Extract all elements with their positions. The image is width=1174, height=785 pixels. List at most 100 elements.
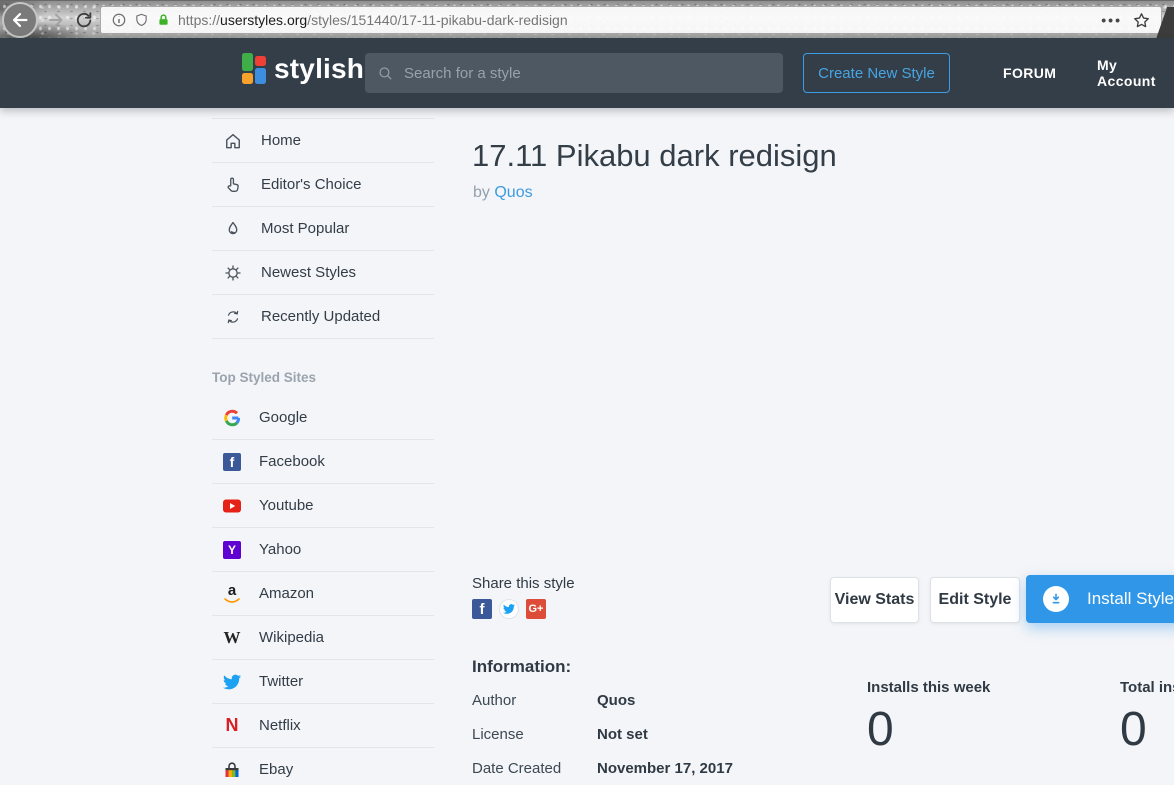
create-new-style-button[interactable]: Create New Style bbox=[803, 53, 950, 93]
info-label: Author bbox=[472, 693, 597, 709]
sidebar-item-most-popular[interactable]: Most Popular bbox=[212, 207, 434, 251]
sidebar-item-label: Recently Updated bbox=[261, 308, 380, 325]
url-text: https://userstyles.org/styles/151440/17-… bbox=[178, 12, 568, 28]
sidebar-item-label: Most Popular bbox=[261, 220, 349, 237]
stat-total-installs: Total installs 0 bbox=[1120, 679, 1174, 754]
tracking-shield-icon[interactable] bbox=[134, 12, 149, 28]
sidebar-item-facebook[interactable]: f Facebook bbox=[212, 440, 434, 484]
page-actions-icon[interactable]: ••• bbox=[1101, 13, 1122, 27]
search-input[interactable] bbox=[404, 65, 771, 82]
url-domain: userstyles.org bbox=[220, 12, 307, 28]
sidebar-item-twitter[interactable]: Twitter bbox=[212, 660, 434, 704]
wikipedia-icon: W bbox=[222, 628, 242, 648]
info-label: Date Created bbox=[472, 761, 597, 777]
browser-toolbar: https://userstyles.org/styles/151440/17-… bbox=[0, 0, 1174, 38]
install-download-icon bbox=[1043, 586, 1069, 612]
sidebar-item-label: Facebook bbox=[259, 453, 325, 470]
share-twitter-icon[interactable] bbox=[499, 599, 519, 619]
reload-icon bbox=[74, 10, 94, 30]
netflix-icon: N bbox=[222, 716, 242, 736]
share-label: Share this style bbox=[472, 575, 575, 592]
info-row-license: LicenseNot set bbox=[472, 727, 648, 743]
info-value: November 17, 2017 bbox=[597, 760, 733, 777]
sidebar-item-recently-updated[interactable]: Recently Updated bbox=[212, 295, 434, 339]
sidebar-item-youtube[interactable]: Youtube bbox=[212, 484, 434, 528]
top-styled-sites-list: Google f Facebook Youtube Y Yahoo a Amaz… bbox=[212, 396, 434, 785]
site-header: stylish Create New Style FORUM My Accoun… bbox=[0, 38, 1174, 108]
nav-forum[interactable]: FORUM bbox=[1003, 53, 1056, 93]
hand-pointer-icon bbox=[222, 174, 244, 196]
forward-button[interactable] bbox=[46, 10, 66, 30]
nav-my-account[interactable]: My Account bbox=[1097, 53, 1174, 93]
amazon-icon: a bbox=[222, 584, 242, 604]
share-googleplus-icon[interactable]: G+ bbox=[526, 599, 546, 619]
install-style-button[interactable]: Install Style bbox=[1026, 575, 1174, 623]
twitter-bird-icon bbox=[222, 672, 242, 692]
sidebar-item-yahoo[interactable]: Y Yahoo bbox=[212, 528, 434, 572]
https-lock-icon[interactable] bbox=[156, 12, 171, 28]
info-value: Not set bbox=[597, 726, 648, 743]
sidebar-item-wikipedia[interactable]: W Wikipedia bbox=[212, 616, 434, 660]
byline: by Quos bbox=[473, 184, 533, 202]
refresh-icon bbox=[222, 306, 244, 328]
sidebar-item-editors-choice[interactable]: Editor's Choice bbox=[212, 163, 434, 207]
sidebar-item-newest-styles[interactable]: Newest Styles bbox=[212, 251, 434, 295]
reload-button[interactable] bbox=[74, 10, 94, 30]
sidebar-item-label: Twitter bbox=[259, 673, 303, 690]
page-title: 17.11 Pikabu dark redisign bbox=[472, 138, 837, 174]
edit-style-button[interactable]: Edit Style bbox=[930, 577, 1020, 623]
logo-text: stylish bbox=[274, 55, 364, 83]
search-icon bbox=[377, 65, 394, 82]
sidebar-item-label: Youtube bbox=[259, 497, 314, 514]
forward-arrow-icon bbox=[46, 10, 66, 30]
sidebar-item-label: Yahoo bbox=[259, 541, 301, 558]
information-heading: Information: bbox=[472, 657, 571, 677]
stat-label: Total installs bbox=[1120, 679, 1174, 696]
sidebar-item-label: Newest Styles bbox=[261, 264, 356, 281]
style-search[interactable] bbox=[365, 53, 783, 93]
sidebar-item-label: Wikipedia bbox=[259, 629, 324, 646]
sidebar-item-label: Netflix bbox=[259, 717, 301, 734]
info-value: Quos bbox=[597, 692, 635, 709]
stat-label: Installs this week bbox=[867, 679, 990, 696]
youtube-icon bbox=[222, 496, 242, 516]
url-bar[interactable]: https://userstyles.org/styles/151440/17-… bbox=[100, 6, 1162, 34]
yahoo-icon: Y bbox=[222, 540, 242, 560]
page-info-icon[interactable] bbox=[111, 12, 127, 28]
install-button-label: Install Style bbox=[1087, 589, 1174, 609]
sidebar-item-label: Amazon bbox=[259, 585, 314, 602]
view-stats-button[interactable]: View Stats bbox=[830, 577, 919, 623]
sidebar-item-netflix[interactable]: N Netflix bbox=[212, 704, 434, 748]
sidebar-item-google[interactable]: Google bbox=[212, 396, 434, 440]
sidebar-item-label: Editor's Choice bbox=[261, 176, 361, 193]
sidebar-item-label: Google bbox=[259, 409, 307, 426]
flame-icon bbox=[222, 218, 244, 240]
facebook-icon: f bbox=[222, 452, 242, 472]
url-scheme: https:// bbox=[178, 12, 220, 28]
sidebar-item-amazon[interactable]: a Amazon bbox=[212, 572, 434, 616]
byline-prefix: by bbox=[473, 184, 490, 201]
stat-value: 0 bbox=[867, 706, 990, 754]
bookmark-star-icon[interactable] bbox=[1132, 11, 1151, 30]
stylish-logo[interactable]: stylish bbox=[242, 53, 364, 84]
info-row-author: AuthorQuos bbox=[472, 693, 635, 709]
share-facebook-icon[interactable]: f bbox=[472, 599, 492, 619]
stylish-logo-icon bbox=[242, 53, 266, 84]
stat-installs-this-week: Installs this week 0 bbox=[867, 679, 990, 754]
back-button[interactable] bbox=[2, 2, 38, 38]
ebay-bag-icon bbox=[222, 760, 242, 780]
top-styled-sites-heading: Top Styled Sites bbox=[212, 370, 316, 385]
home-icon bbox=[222, 130, 244, 152]
sidebar-nav: Home Editor's Choice Most Popular Newest… bbox=[212, 118, 434, 339]
google-icon bbox=[222, 408, 242, 428]
sidebar-item-home[interactable]: Home bbox=[212, 119, 434, 163]
sidebar-item-label: Home bbox=[261, 132, 301, 149]
url-path: /styles/151440/17-11-pikabu-dark-redisig… bbox=[307, 12, 567, 28]
author-link[interactable]: Quos bbox=[494, 184, 532, 201]
sidebar-item-label: Ebay bbox=[259, 761, 293, 778]
info-label: License bbox=[472, 727, 597, 743]
sidebar-item-ebay[interactable]: Ebay bbox=[212, 748, 434, 785]
share-icons: f G+ bbox=[472, 599, 546, 619]
info-row-date-created: Date CreatedNovember 17, 2017 bbox=[472, 761, 733, 777]
stat-value: 0 bbox=[1120, 706, 1174, 754]
